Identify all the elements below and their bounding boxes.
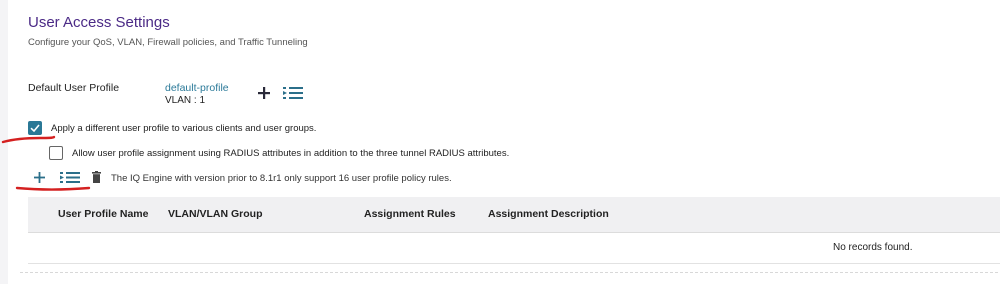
column-header-assignment-description[interactable]: Assignment Description bbox=[488, 208, 609, 220]
iq-engine-note: The IQ Engine with version prior to 8.1r… bbox=[111, 173, 452, 184]
column-header-vlan[interactable]: VLAN/VLAN Group bbox=[168, 208, 263, 220]
add-rule-plus-icon[interactable] bbox=[34, 172, 45, 183]
radius-assignment-checkbox[interactable] bbox=[49, 146, 63, 160]
divider bbox=[20, 272, 1000, 273]
trash-icon[interactable] bbox=[92, 171, 101, 183]
list-icon[interactable] bbox=[283, 87, 303, 99]
apply-different-profile-checkbox[interactable] bbox=[28, 121, 42, 135]
page-title: User Access Settings bbox=[28, 14, 170, 31]
table-body: No records found. bbox=[28, 233, 1000, 264]
user-access-settings-panel: User Access Settings Configure your QoS,… bbox=[8, 0, 1000, 284]
plus-icon[interactable] bbox=[258, 87, 270, 99]
radius-assignment-label: Allow user profile assignment using RADI… bbox=[72, 148, 510, 159]
checkmark-icon bbox=[30, 124, 40, 133]
default-user-profile-label: Default User Profile bbox=[28, 82, 120, 94]
page-subtitle: Configure your QoS, VLAN, Firewall polic… bbox=[28, 37, 308, 48]
default-profile-vlan: VLAN : 1 bbox=[165, 95, 206, 106]
table-header: User Profile Name VLAN/VLAN Group Assign… bbox=[28, 197, 1000, 233]
empty-table-message: No records found. bbox=[833, 242, 913, 253]
apply-different-profile-label: Apply a different user profile to variou… bbox=[51, 123, 317, 134]
column-header-user-profile-name[interactable]: User Profile Name bbox=[58, 208, 148, 220]
rules-list-icon[interactable] bbox=[60, 172, 80, 183]
default-profile-link[interactable]: default-profile bbox=[165, 82, 229, 94]
column-header-assignment-rules[interactable]: Assignment Rules bbox=[364, 208, 456, 220]
